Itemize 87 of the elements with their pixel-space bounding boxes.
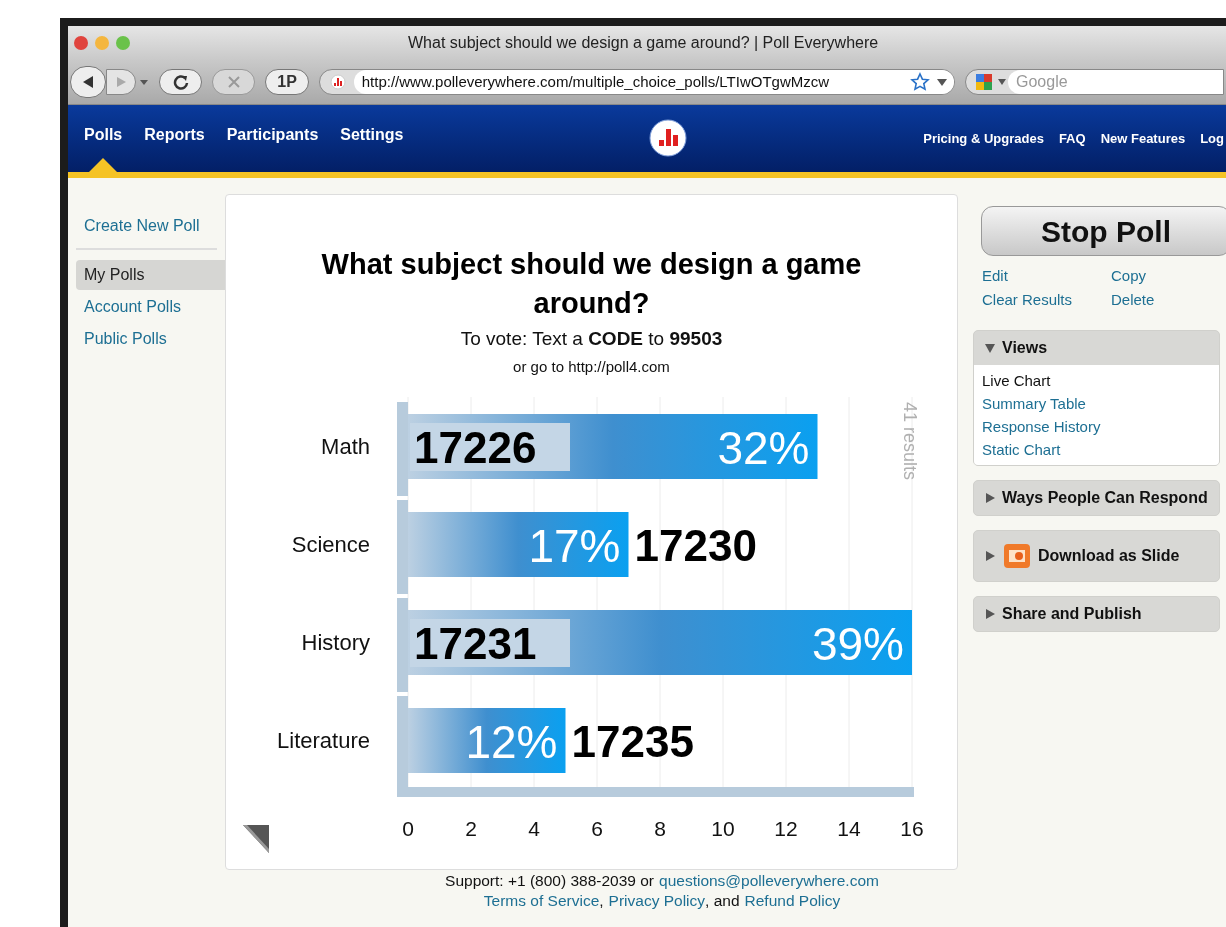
refund-link[interactable]: Refund Policy [744,891,841,911]
web-instruction: or go to http://poll4.com [513,356,670,377]
view-link[interactable]: Live Chart [982,369,1211,392]
nav-tab[interactable]: Polls [84,105,123,172]
nav-tab[interactable]: Reports [144,105,205,172]
code-label: 17230 [634,521,757,570]
page-curl-icon[interactable] [243,825,269,853]
slide-icon [1002,541,1032,571]
nav-link[interactable]: New Features [1100,128,1186,149]
panel-title: Ways People Can Respond [1002,488,1208,508]
view-link[interactable]: Summary Table [982,392,1211,415]
expanded-triangle-icon [984,342,996,354]
back-icon [81,75,95,89]
dropdown-caret-icon[interactable] [936,77,948,87]
privacy-link[interactable]: Privacy Policy [608,891,706,911]
x-tick-label: 0 [402,817,414,840]
nav-tab[interactable]: Settings [340,105,404,172]
panel-header[interactable]: Download as Slide [974,531,1219,581]
value-label: 39% [811,618,904,670]
stop-icon [226,75,241,89]
close-window-icon[interactable] [74,36,88,50]
panel-title: Share and Publish [1002,604,1142,624]
action-link[interactable]: Delete [1111,288,1220,312]
selected-indicator-icon [89,158,117,172]
terms-link[interactable]: Terms of Service [483,891,600,911]
logo-icon[interactable] [649,119,687,157]
view-link[interactable]: Static Chart [982,438,1211,461]
value-label: 17% [528,520,621,572]
separator-text: , [599,891,604,911]
code-label: 17226 [414,423,537,472]
value-label: 32% [717,422,810,474]
x-tick-label: 4 [528,817,541,840]
category-label: Literature [277,728,370,753]
nav-link[interactable]: Pricing & Upgrades [923,128,1044,149]
nav-link[interactable]: Log [1200,128,1224,149]
collapsed-triangle-icon [984,550,996,562]
x-tick-label: 8 [654,817,666,840]
caret-icon[interactable] [139,78,149,86]
window-title: What subject should we design a game around? | Poll Everywhere [408,33,879,53]
x-tick-label: 6 [591,817,603,840]
create-poll-link[interactable]: Create New Poll [68,214,225,238]
panel-header[interactable]: Share and Publish [974,597,1219,631]
panel-title: Download as Slide [1038,546,1180,566]
poll-title: What subject should we design a game around? [320,247,863,321]
category-label: History [301,630,370,655]
x-tick-label: 16 [900,817,924,840]
separator-text: , and [705,891,740,911]
x-tick-label: 12 [774,817,798,840]
category-label: Math [321,434,370,459]
stop-poll-button[interactable]: Stop Poll [981,206,1226,256]
view-link[interactable]: Response History [982,415,1211,438]
category-label: Science [291,532,370,557]
bookmark-star-icon[interactable] [910,72,930,92]
code-label: 17235 [571,717,694,766]
results-count: 41 results [900,402,920,481]
panel-header[interactable]: Views [974,331,1219,365]
site-icon [329,74,346,90]
address-field[interactable]: http://www.polleverywhere.com/multiple_choice_polls/LTIwOTgwMzcw [318,69,955,95]
forward-icon [115,76,127,88]
panel-header[interactable]: Ways People Can Respond [974,481,1219,515]
x-axis: 0 2 4 6 8 10 12 14 16 [397,787,924,840]
support-text: Support: +1 (800) 388-2039 or [445,871,654,891]
sidebar-item[interactable]: Account Polls [76,292,225,322]
x-tick-label: 14 [837,817,861,840]
reload-icon [172,74,189,90]
x-tick-label: 10 [711,817,735,840]
email-link[interactable]: questions@polleverywhere.com [659,871,879,891]
action-link[interactable]: Copy [1111,264,1220,288]
nav-tab[interactable]: Participants [226,105,319,172]
search-field[interactable]: Google [965,69,1224,95]
url-text: http://www.polleverywhere.com/multiple_choice_polls/LTIwOTgwMzcw [361,71,831,92]
x-tick-label: 2 [465,817,477,840]
nav-link[interactable]: FAQ [1058,128,1086,149]
reload-button[interactable] [159,69,203,95]
action-link[interactable]: Edit [982,264,1111,288]
sidebar-item[interactable]: Public Polls [76,324,225,354]
sidebar-item[interactable]: My Polls [76,260,225,290]
value-label: 12% [465,716,558,768]
caret-icon [998,79,1006,85]
collapsed-triangle-icon [984,608,996,620]
panel-title: Views [1002,338,1048,358]
action-link[interactable]: Clear Results [982,288,1111,312]
password-button[interactable]: 1P [265,69,309,95]
collapsed-triangle-icon [984,492,996,504]
vote-instruction: To vote: Text a CODE to 99503 [460,327,723,351]
code-label: 17231 [414,619,537,668]
back-button[interactable] [70,66,106,98]
